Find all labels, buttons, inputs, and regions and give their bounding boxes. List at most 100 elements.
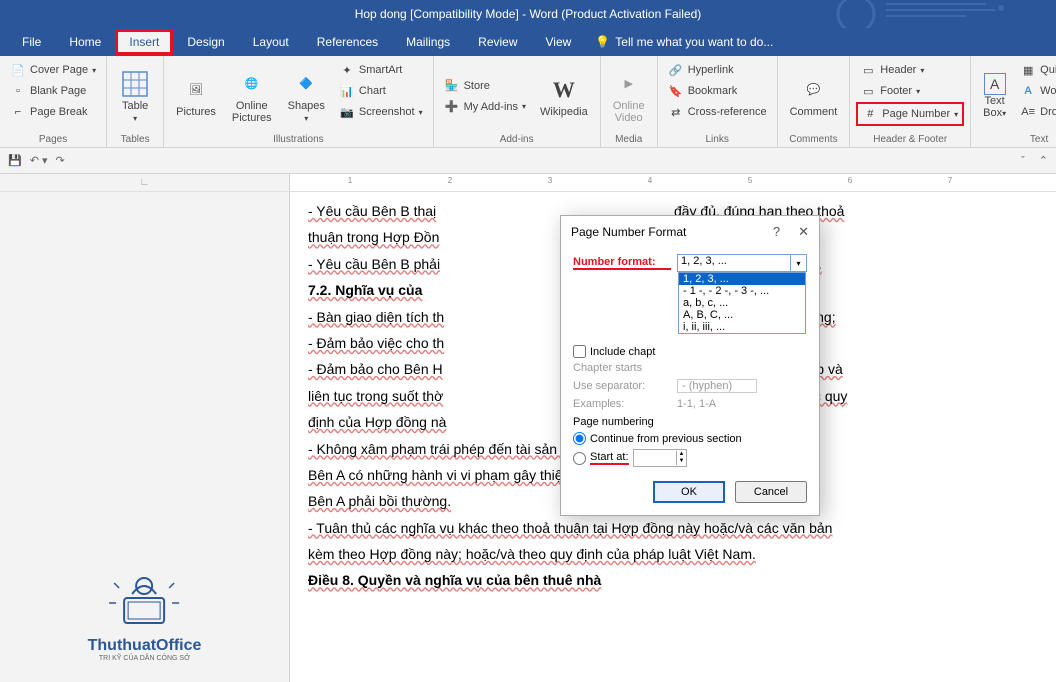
chevron-down-icon: ▾ [92, 66, 96, 75]
option-abc-lower[interactable]: a, b, c, ... [679, 297, 805, 309]
tab-layout[interactable]: Layout [239, 29, 303, 55]
blank-page-button[interactable]: ▫Blank Page [6, 81, 100, 101]
page-break-button[interactable]: ⌐Page Break [6, 102, 100, 122]
chart-button[interactable]: 📊Chart [335, 81, 427, 101]
header-button[interactable]: ▭Header ▾ [856, 60, 964, 80]
group-comments: 💬Comment Comments [778, 56, 851, 147]
shapes-button[interactable]: 🔷Shapes ▾ [282, 60, 331, 132]
cover-page-icon: 📄 [10, 62, 26, 78]
screenshot-icon: 📷 [339, 104, 355, 120]
bookmark-icon: 🔖 [668, 83, 684, 99]
tell-me[interactable]: 💡 Tell me what you want to do... [595, 35, 773, 49]
tab-mailings[interactable]: Mailings [392, 29, 464, 55]
start-at-radio[interactable] [573, 452, 586, 465]
dialog-titlebar[interactable]: Page Number Format ? ✕ [561, 216, 819, 248]
option-abc-upper[interactable]: A, B, C, ... [679, 309, 805, 321]
group-header-footer: ▭Header ▾ ▭Footer ▾ #Page Number ▾ Heade… [850, 56, 971, 147]
decoration-graphic [826, 0, 1046, 28]
cover-page-button[interactable]: 📄Cover Page ▾ [6, 60, 100, 80]
tab-home[interactable]: Home [55, 29, 115, 55]
workspace: ThuthuatOffice TRI KỸ CỦA DÂN CÔNG SỞ - … [0, 192, 1056, 682]
option-123[interactable]: 1, 2, 3, ... [679, 273, 805, 285]
tab-selector[interactable]: ∟ [140, 177, 150, 188]
online-pictures-button[interactable]: 🌐Online Pictures [226, 60, 278, 132]
my-addins-button[interactable]: ➕My Add-ins ▾ [440, 97, 530, 117]
ok-button[interactable]: OK [653, 481, 725, 503]
tab-file[interactable]: File [8, 29, 55, 55]
tab-view[interactable]: View [532, 29, 586, 55]
quick-parts-button[interactable]: ▦Quick Parts [1016, 60, 1056, 80]
crossref-icon: ⇄ [668, 104, 684, 120]
shapes-icon: 🔷 [290, 68, 322, 100]
text-box-button[interactable]: AText Box▾ [977, 60, 1012, 132]
hyperlink-icon: 🔗 [668, 62, 684, 78]
pictures-button[interactable]: 🖼Pictures [170, 60, 222, 132]
chevron-down-icon: ▾ [522, 102, 526, 111]
page-number-button[interactable]: #Page Number ▾ [856, 102, 964, 126]
blank-page-icon: ▫ [10, 83, 26, 99]
cancel-button[interactable]: Cancel [735, 481, 807, 503]
option-roman[interactable]: i, ii, iii, ... [679, 321, 805, 333]
tab-review[interactable]: Review [464, 29, 531, 55]
footer-button[interactable]: ▭Footer ▾ [856, 81, 964, 101]
group-label-media: Media [607, 132, 651, 145]
chevron-down-icon: ▾ [790, 255, 806, 271]
start-at-input[interactable] [634, 450, 676, 466]
group-links: 🔗Hyperlink 🔖Bookmark ⇄Cross-reference Li… [658, 56, 778, 147]
group-label-illustrations: Illustrations [170, 132, 426, 145]
undo-button[interactable]: ↶ ▾ [30, 154, 48, 167]
smartart-button[interactable]: ✦SmartArt [335, 60, 427, 80]
dialog-title: Page Number Format [571, 225, 686, 239]
horizontal-ruler[interactable]: 1 2 3 4 5 6 7 [290, 174, 1056, 191]
continue-radio[interactable] [573, 432, 586, 445]
group-label-links: Links [664, 132, 771, 145]
ribbon-options-icon[interactable]: ⌃ [1039, 154, 1048, 167]
option-dash123[interactable]: - 1 -, - 2 -, - 3 -, ... [679, 285, 805, 297]
page-break-icon: ⌐ [10, 104, 26, 120]
title-bar: Hop dong [Compatibility Mode] - Word (Pr… [0, 0, 1056, 28]
quickparts-icon: ▦ [1020, 62, 1036, 78]
tab-insert[interactable]: Insert [115, 29, 173, 55]
lightbulb-icon: 💡 [595, 35, 610, 49]
wordart-button[interactable]: AWordArt ▾ [1016, 81, 1056, 101]
group-pages: 📄Cover Page ▾ ▫Blank Page ⌐Page Break Pa… [0, 56, 107, 147]
close-icon[interactable]: ✕ [798, 224, 809, 240]
online-video-button: ▶Online Video [607, 60, 651, 132]
cross-reference-button[interactable]: ⇄Cross-reference [664, 102, 771, 122]
ribbon-collapse-icon[interactable]: ˇ [1021, 155, 1025, 167]
store-button[interactable]: 🏪Store [440, 76, 530, 96]
group-media: ▶Online Video Media [601, 56, 658, 147]
comment-button[interactable]: 💬Comment [784, 60, 844, 132]
save-icon[interactable]: 💾 [8, 154, 22, 167]
chevron-down-icon: ▾ [304, 114, 308, 123]
page-number-icon: # [862, 106, 878, 122]
wikipedia-button[interactable]: WWikipedia [534, 60, 594, 132]
redo-button[interactable]: ↷ [56, 154, 65, 167]
chevron-down-icon: ▾ [133, 114, 137, 123]
pictures-icon: 🖼 [180, 74, 212, 106]
number-format-combo[interactable]: 1, 2, 3, ... ▾ 1, 2, 3, ... - 1 -, - 2 -… [677, 254, 807, 272]
table-button[interactable]: Table ▾ [113, 60, 157, 132]
footer-icon: ▭ [860, 83, 876, 99]
spinner-down-icon[interactable]: ▼ [679, 458, 685, 465]
tab-design[interactable]: Design [173, 29, 238, 55]
hyperlink-button[interactable]: 🔗Hyperlink [664, 60, 771, 80]
help-icon[interactable]: ? [773, 224, 780, 240]
bookmark-button[interactable]: 🔖Bookmark [664, 81, 771, 101]
tab-references[interactable]: References [303, 29, 392, 55]
screenshot-button[interactable]: 📷Screenshot ▾ [335, 102, 427, 122]
addins-icon: ➕ [444, 99, 460, 115]
drop-cap-button[interactable]: A≡Drop Cap ▾ [1016, 102, 1056, 122]
textbox-icon: A [984, 73, 1006, 95]
spinner-up-icon[interactable]: ▲ [679, 451, 685, 458]
group-label-tables: Tables [113, 132, 157, 145]
include-chapter-checkbox[interactable] [573, 345, 586, 358]
header-icon: ▭ [860, 62, 876, 78]
group-text: AText Box▾ ▦Quick Parts AWordArt ▾ A≡Dro… [971, 56, 1056, 147]
comment-icon: 💬 [797, 74, 829, 106]
start-at-spinner[interactable]: ▲▼ [633, 449, 688, 467]
watermark-logo: ThuthuatOffice TRI KỸ CỦA DÂN CÔNG SỞ [88, 568, 202, 662]
wikipedia-icon: W [548, 74, 580, 106]
chart-icon: 📊 [339, 83, 355, 99]
window-title: Hop dong [Compatibility Mode] - Word (Pr… [355, 7, 702, 21]
